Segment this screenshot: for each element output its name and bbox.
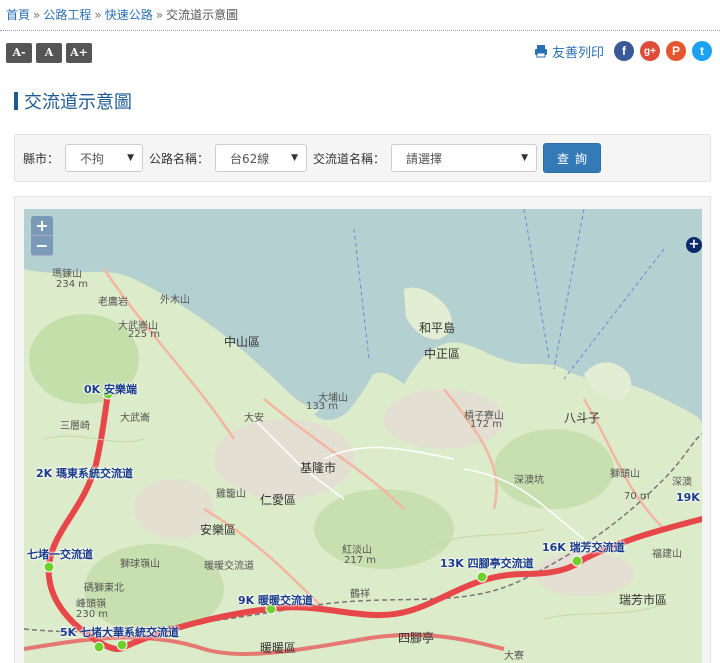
interchange-select-value: 請選擇 <box>406 151 443 166</box>
interchange-select[interactable]: 請選擇 ▼ <box>391 144 538 172</box>
breadcrumb-current: 交流道示意圖 <box>166 8 239 22</box>
twitter-icon[interactable]: t <box>692 41 712 61</box>
place-label: 大安 <box>244 413 264 424</box>
header-divider <box>0 30 720 31</box>
place-label: 217 m <box>344 555 377 566</box>
share-tools: 友善列印 f g+ P t <box>534 41 712 61</box>
breadcrumb-home[interactable]: 首頁 <box>6 8 30 22</box>
road-select[interactable]: 台62線 ▼ <box>215 144 308 172</box>
font-size-controls: A- A A+ <box>6 43 92 63</box>
place-label: 中山區 <box>224 335 261 349</box>
page-title: 交流道示意圖 <box>14 88 132 114</box>
road-select-value: 台62線 <box>230 151 270 166</box>
place-label: 70 m <box>624 491 650 502</box>
interchange-node <box>93 641 105 653</box>
interchange-label[interactable]: 19K <box>676 491 700 504</box>
place-label: 深澳坑 <box>514 475 544 486</box>
search-button[interactable]: 查詢 <box>543 143 602 173</box>
place-label: 基隆市 <box>300 461 337 475</box>
interchange-node <box>43 561 55 573</box>
place-label: 瑪鍊山 <box>52 269 82 280</box>
place-label: 紅淡山 <box>342 545 372 556</box>
place-label: 225 m <box>128 329 161 340</box>
interchange-node <box>116 639 128 651</box>
interchange-label[interactable]: 七堵一交流道 <box>27 546 93 562</box>
zoom-out-button[interactable]: − <box>31 236 53 256</box>
interchange-label[interactable]: 2K 瑪東系統交流道 <box>36 465 133 481</box>
place-label: 鶴祥 <box>350 589 370 600</box>
place-label: 瑞芳市區 <box>619 593 668 607</box>
place-label: 外木山 <box>160 295 190 306</box>
place-label: 福建山 <box>652 549 682 560</box>
font-larger-button[interactable]: A+ <box>66 43 92 63</box>
place-label: 230 m <box>76 609 109 620</box>
layer-toggle-icon[interactable]: + <box>686 237 702 253</box>
forest-area <box>494 429 614 509</box>
breadcrumb: 首頁» 公路工程» 快速公路» 交流道示意圖 <box>6 6 238 23</box>
county-select[interactable]: 不拘 ▼ <box>65 144 144 172</box>
place-label: 133 m <box>306 401 339 412</box>
font-smaller-button[interactable]: A- <box>6 43 32 63</box>
place-label: 和平島 <box>419 321 456 335</box>
google-plus-icon[interactable]: g+ <box>640 41 660 61</box>
zoom-in-button[interactable]: + <box>31 216 53 236</box>
place-label: 雞籠山 <box>216 489 246 500</box>
county-label: 縣市： <box>23 151 60 166</box>
forest-area <box>314 489 454 569</box>
place-label: 峰頭嶺 <box>76 599 106 610</box>
chevron-down-icon: ▼ <box>521 153 529 163</box>
breadcrumb-separator: » <box>33 8 41 22</box>
place-label: 八斗子 <box>564 411 601 425</box>
interchange-label[interactable]: 16K 瑞芳交流道 <box>542 539 625 555</box>
facebook-icon[interactable]: f <box>614 41 634 61</box>
place-label: 暖暖交流道 <box>204 561 254 572</box>
print-button[interactable]: 友善列印 <box>534 42 604 61</box>
place-label: 中正區 <box>424 347 461 361</box>
place-label: 獅頭山 <box>610 469 640 480</box>
place-label: 老鷹岩 <box>98 297 128 308</box>
map-view[interactable]: 瑪鍊山 234 m 老鷹岩 外木山 大武崙山 225 m 中山區 和平島 中正區… <box>24 209 702 663</box>
map-container: 瑪鍊山 234 m 老鷹岩 外木山 大武崙山 225 m 中山區 和平島 中正區… <box>14 196 711 663</box>
place-label: 四腳亭 <box>398 631 435 645</box>
interchange-node <box>476 571 488 583</box>
title-bar-decoration <box>14 92 18 110</box>
place-label: 仁愛區 <box>260 493 297 507</box>
place-label: 大武崙 <box>120 413 150 424</box>
print-label: 友善列印 <box>551 45 604 61</box>
place-label: 碼獅東北 <box>84 583 124 594</box>
place-label: 大寮 <box>504 651 524 662</box>
place-label: 深澳 <box>672 477 692 488</box>
page-title-text: 交流道示意圖 <box>24 92 132 113</box>
breadcrumb-expressway[interactable]: 快速公路 <box>105 8 153 22</box>
place-label: 172 m <box>470 419 503 430</box>
breadcrumb-separator: » <box>155 8 164 22</box>
interchange-label: 交流道名稱： <box>313 151 386 166</box>
shipping-lane <box>353 209 665 380</box>
breadcrumb-road-works[interactable]: 公路工程 <box>43 8 91 22</box>
plurk-icon[interactable]: P <box>666 41 686 61</box>
place-label: 獅球嶺山 <box>120 559 160 570</box>
place-label: 三層崎 <box>60 421 90 432</box>
interchange-node <box>571 555 583 567</box>
font-normal-button[interactable]: A <box>36 43 62 63</box>
interchange-label[interactable]: 9K 暖暖交流道 <box>238 592 313 608</box>
search-form: 縣市： 不拘 ▼ 公路名稱： 台62線 ▼ 交流道名稱： 請選擇 ▼ 查詢 <box>14 134 711 182</box>
interchange-label[interactable]: 5K 七堵大華系統交流道 <box>60 624 179 640</box>
chevron-down-icon: ▼ <box>127 153 135 163</box>
place-label: 234 m <box>56 279 89 290</box>
road-label: 公路名稱： <box>149 151 210 166</box>
place-label: 安樂區 <box>200 523 237 537</box>
zoom-controls: + − <box>31 216 53 256</box>
place-label: 暖暖區 <box>260 641 297 655</box>
breadcrumb-separator: » <box>94 8 102 22</box>
interchange-label[interactable]: 0K 安樂端 <box>84 381 137 397</box>
printer-icon <box>534 45 547 58</box>
county-select-value: 不拘 <box>80 151 105 166</box>
interchange-label[interactable]: 13K 四腳亭交流道 <box>440 555 534 571</box>
chevron-down-icon: ▼ <box>291 153 299 163</box>
